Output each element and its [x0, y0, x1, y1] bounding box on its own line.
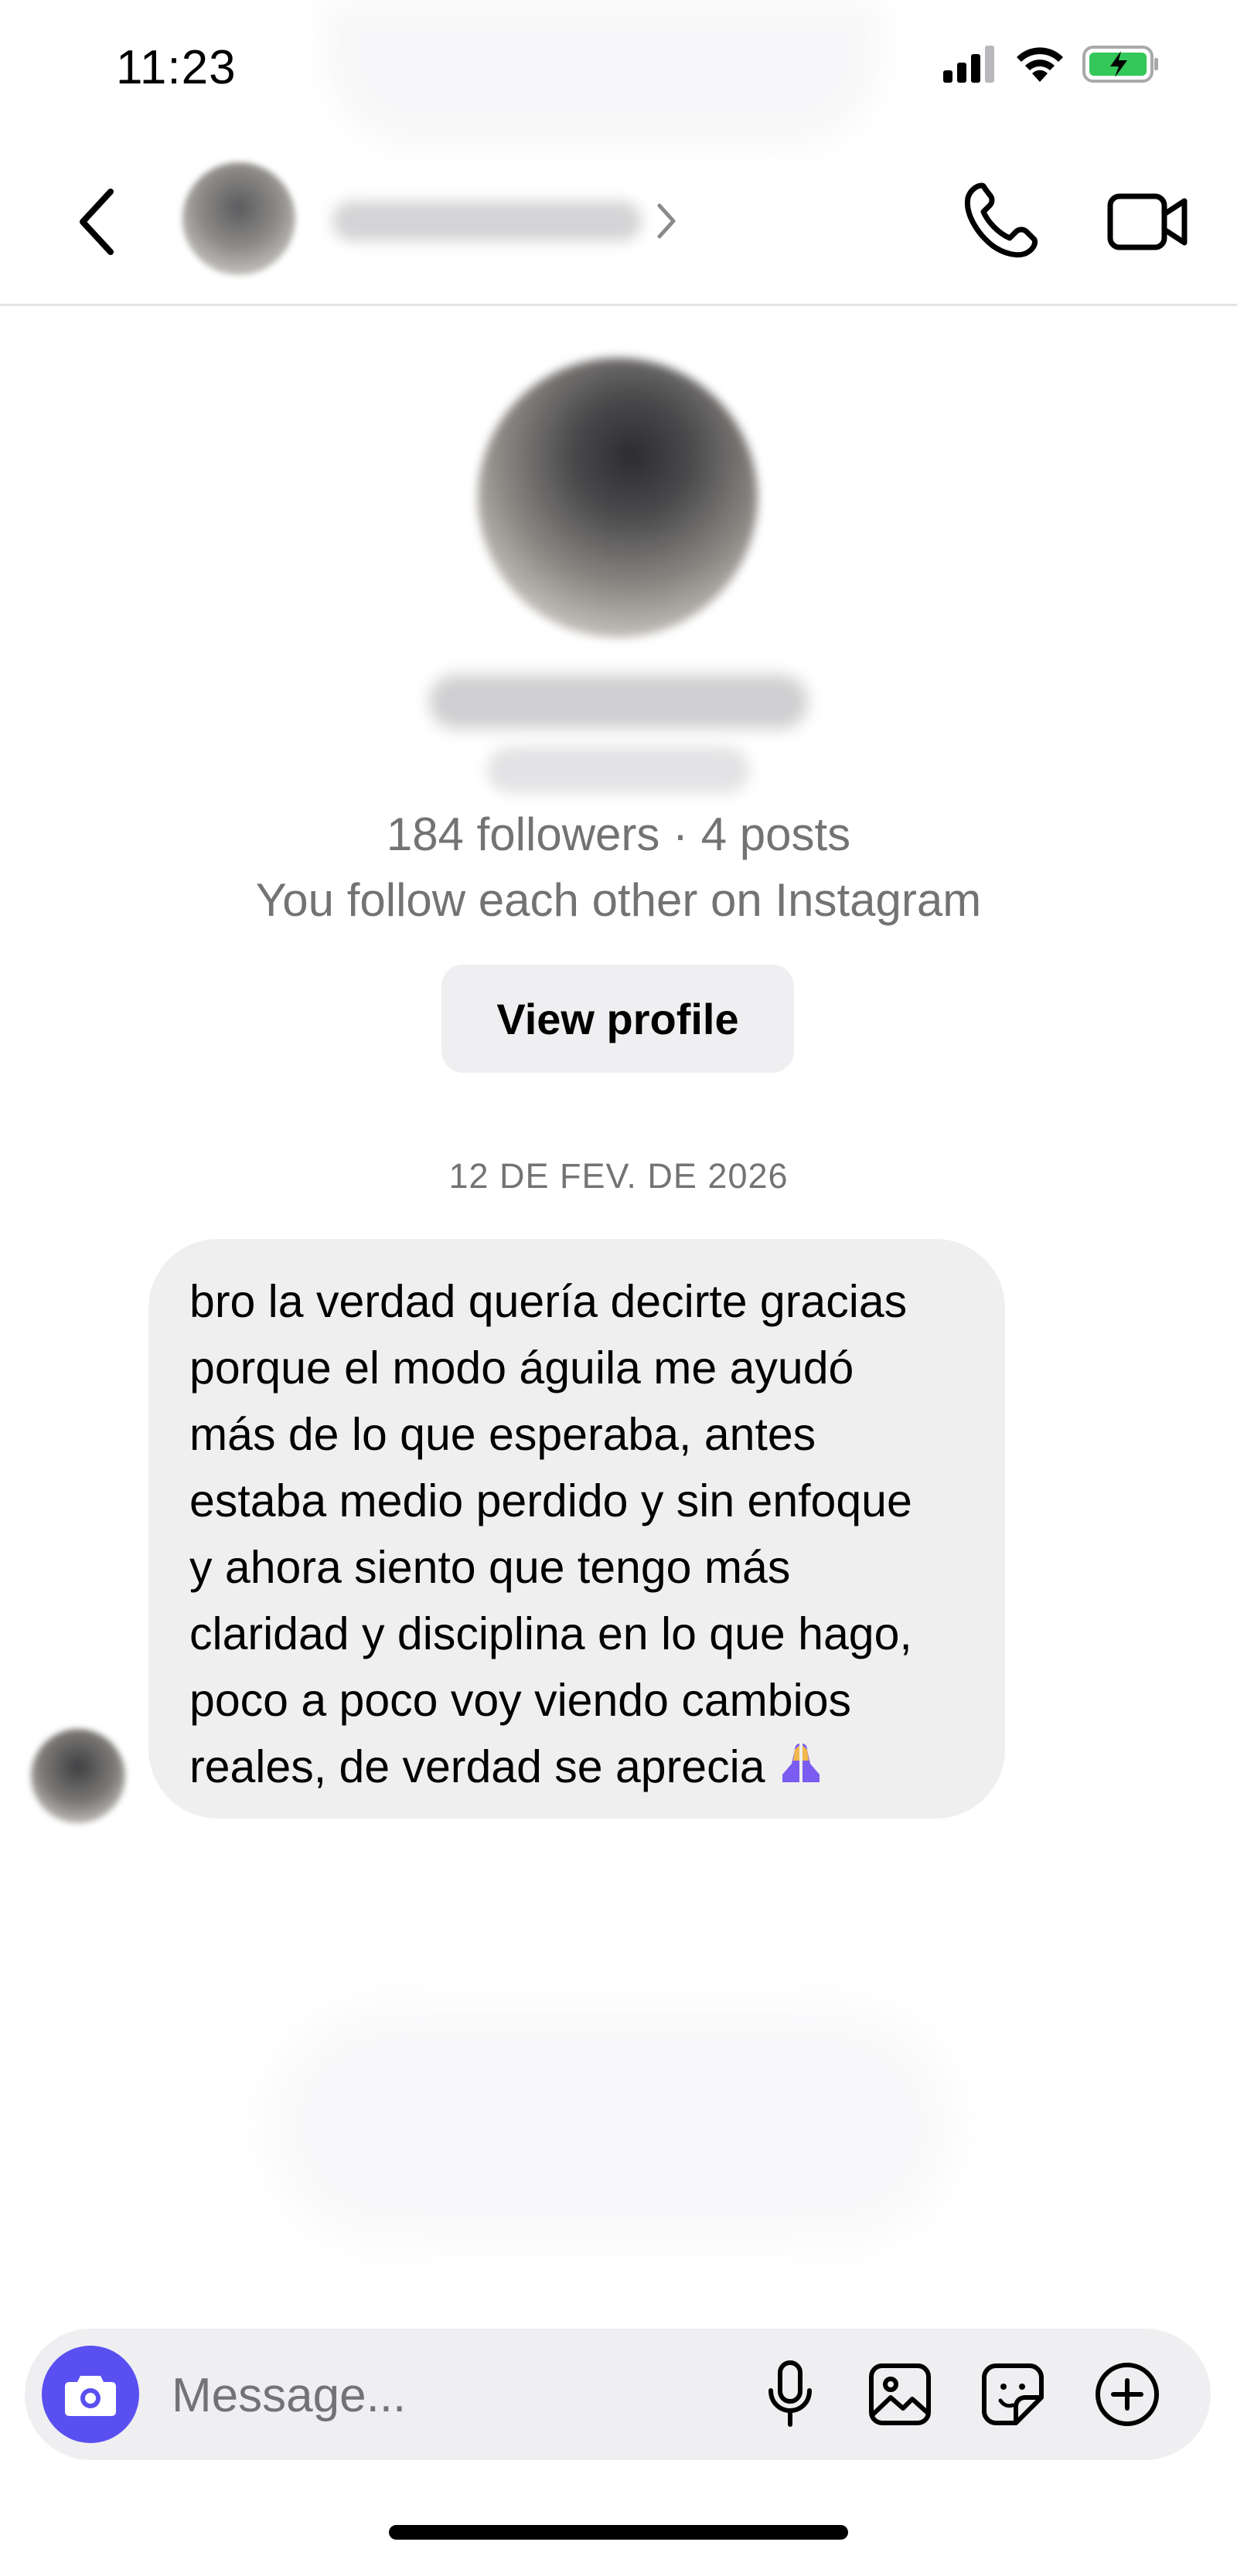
status-bar: 11:23: [0, 0, 1237, 147]
chevron-right-icon[interactable]: [653, 199, 680, 243]
header-username-blurred[interactable]: [332, 201, 642, 241]
sticker-icon: [982, 2363, 1044, 2425]
camera-button[interactable]: [42, 2346, 139, 2443]
wifi-icon: [1017, 47, 1063, 82]
microphone-icon: [768, 2360, 812, 2427]
sticker-button[interactable]: [974, 2356, 1051, 2433]
video-call-button[interactable]: [1106, 179, 1191, 264]
video-camera-icon: [1107, 193, 1188, 250]
profile-stats: 184 followers · 4 posts: [386, 808, 851, 860]
message-text-content: bro la verdad quería decirte gracias por…: [189, 1276, 912, 1792]
audio-call-button[interactable]: [959, 178, 1044, 263]
blurred-overlay: [271, 2009, 951, 2241]
phone-icon: [964, 182, 1038, 258]
folded-hands-icon: [782, 1744, 820, 1782]
back-button[interactable]: [70, 179, 124, 264]
chevron-left-icon: [80, 189, 114, 255]
profile-avatar[interactable]: [478, 358, 758, 638]
blurred-overlay: [325, 0, 881, 147]
message-input[interactable]: [172, 2360, 728, 2431]
camera-icon: [65, 2376, 116, 2416]
message-bubble[interactable]: bro la verdad quería decirte gracias por…: [148, 1239, 1005, 1819]
status-icons: [943, 45, 1160, 83]
more-options-button[interactable]: [1089, 2356, 1166, 2433]
profile-mutual-follow: You follow each other on Instagram: [255, 874, 982, 926]
date-separator: 12 DE FEV. DE 2026: [448, 1156, 789, 1196]
profile-name-blurred: [429, 675, 808, 729]
home-indicator[interactable]: [389, 2525, 848, 2540]
plus-circle-icon: [1096, 2363, 1159, 2426]
cellular-signal-icon: [943, 46, 994, 83]
chat-header: [0, 139, 1237, 306]
status-time: 11:23: [116, 41, 237, 94]
battery-charging-icon: [1082, 46, 1158, 83]
message-text: bro la verdad quería decirte gracias por…: [189, 1268, 965, 1800]
voice-message-button[interactable]: [751, 2356, 829, 2433]
header-avatar[interactable]: [182, 162, 295, 275]
gallery-button[interactable]: [861, 2356, 939, 2433]
view-profile-button[interactable]: View profile: [441, 965, 794, 1073]
message-sender-avatar[interactable]: [31, 1729, 125, 1823]
message-composer: [25, 2329, 1211, 2460]
image-icon: [869, 2363, 931, 2425]
profile-username-blurred: [487, 747, 750, 793]
